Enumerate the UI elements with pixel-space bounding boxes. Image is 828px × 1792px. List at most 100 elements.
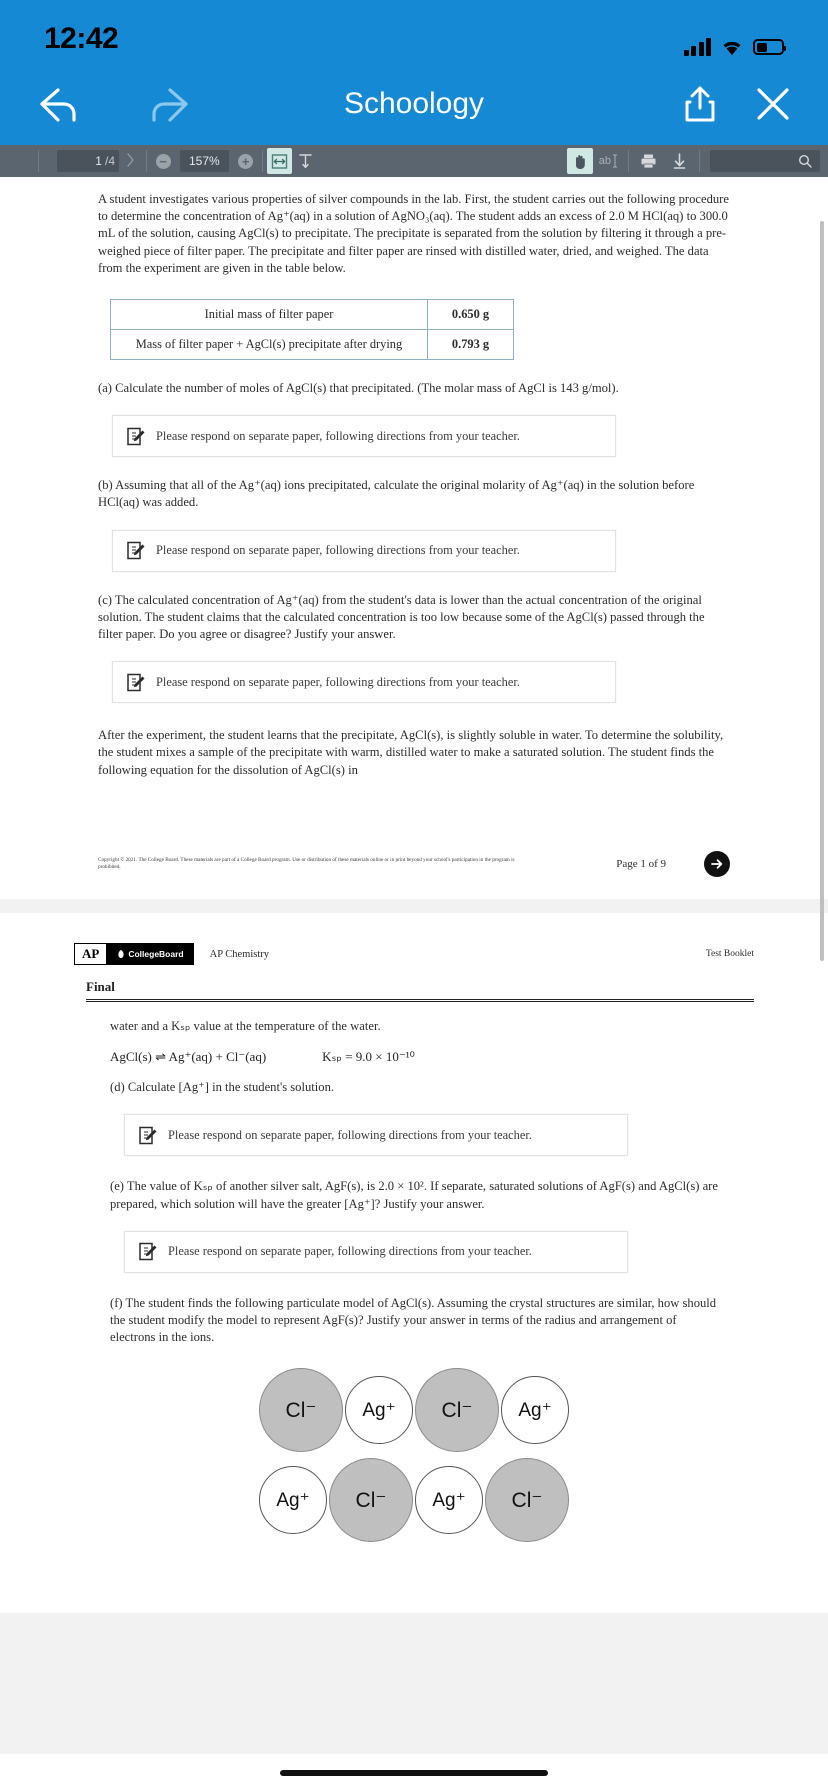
toolbar-divider	[38, 150, 39, 172]
ap-collegeboard-logo: AP CollegeBoard	[74, 943, 194, 965]
response-placeholder-text: Please respond on separate paper, follow…	[156, 674, 520, 689]
share-icon[interactable]	[680, 82, 720, 126]
response-box-c[interactable]: Please respond on separate paper, follow…	[112, 661, 616, 704]
experiment-data-table: Initial mass of filter paper 0.650 g Mas…	[110, 299, 514, 361]
next-page-button[interactable]	[119, 152, 142, 170]
closing-paragraph: After the experiment, the student learns…	[98, 728, 724, 777]
table-cell-value: 0.793 g	[427, 329, 514, 361]
particle-row-2: Ag⁺ Cl⁻ Ag⁺ Cl⁻	[259, 1458, 569, 1543]
header-rule	[86, 999, 754, 1002]
status-clock: 12:42	[44, 22, 119, 55]
hand-pan-icon[interactable]	[566, 148, 593, 174]
phone-screen: 12:42 Schoology 1 /4 − 157% + ab A stude…	[0, 0, 828, 1792]
particle-silver: Ag⁺	[501, 1376, 569, 1445]
fit-width-icon[interactable]	[266, 148, 292, 174]
page-number-input[interactable]: 1 /4	[57, 150, 119, 172]
toolbar-divider	[628, 150, 629, 172]
status-indicators	[683, 38, 786, 56]
pdf-page-1: A student investigates various propertie…	[0, 177, 828, 899]
toolbar-right-group: ab	[566, 148, 828, 174]
particle-silver: Ag⁺	[415, 1466, 483, 1535]
pdf-document-viewport[interactable]: A student investigates various propertie…	[0, 177, 828, 1792]
current-page-value: 1	[95, 154, 102, 168]
particle-chloride: Cl⁻	[259, 1368, 343, 1453]
search-input[interactable]	[710, 150, 820, 172]
schoology-app-header: Schoology	[0, 62, 828, 145]
copyright-text: Copyright © 2021. The College Board. The…	[98, 856, 515, 871]
dissolution-equation-row: AgCl(s) ⇌ Ag⁺(aq) + Cl⁻(aq) Kₛₚ = 9.0 × …	[110, 1049, 718, 1065]
pencil-note-icon	[127, 427, 145, 445]
zoom-level-display[interactable]: 157%	[180, 150, 229, 172]
response-box-d[interactable]: Please respond on separate paper, follow…	[124, 1114, 628, 1157]
pdf-page-2: AP CollegeBoard AP Chemistry Test Bookle…	[0, 913, 828, 1613]
page-total-label: /4	[104, 154, 115, 168]
table-cell-label: Initial mass of filter paper	[110, 299, 428, 331]
zoom-out-label: −	[155, 153, 171, 169]
chemical-equation: AgCl(s) ⇌ Ag⁺(aq) + Cl⁻(aq)	[110, 1049, 267, 1065]
lead-in-text: water and a Kₛₚ value at the temperature…	[110, 1019, 381, 1033]
cellular-signal-icon	[683, 38, 711, 56]
toolbar-divider	[699, 150, 700, 172]
part-d-prompt: (d) Calculate [Ag⁺] in the student's sol…	[110, 1080, 335, 1095]
vertical-scrollbar[interactable]	[820, 221, 824, 961]
particle-row-1: Cl⁻ Ag⁺ Cl⁻ Ag⁺	[259, 1368, 569, 1453]
collegeboard-wordmark: CollegeBoard	[128, 949, 184, 959]
pencil-note-icon	[139, 1243, 157, 1261]
home-indicator-bar	[0, 1754, 828, 1792]
particulate-model-diagram: Cl⁻ Ag⁺ Cl⁻ Ag⁺ Ag⁺ Cl⁻ Ag⁺ Cl⁻	[110, 1368, 718, 1543]
toolbar-divider	[146, 150, 147, 172]
part-e-prompt: (e) The value of Kₛₚ of another silver s…	[110, 1179, 718, 1211]
printer-icon[interactable]	[633, 148, 664, 174]
wifi-icon	[720, 38, 744, 56]
pencil-note-icon	[127, 673, 145, 691]
header-nav-group	[34, 82, 194, 126]
response-box-e[interactable]: Please respond on separate paper, follow…	[124, 1230, 628, 1273]
part-b-prompt: (b) Assuming that all of the Ag⁺(aq) ion…	[98, 478, 695, 510]
part-f-prompt: (f) The student finds the following part…	[110, 1295, 717, 1345]
part-c-prompt: (c) The calculated concentration of Ag⁺(…	[98, 592, 705, 642]
search-icon	[798, 154, 812, 168]
close-x-icon[interactable]	[752, 83, 794, 125]
course-label: AP Chemistry	[209, 948, 270, 960]
forward-arrow-icon[interactable]	[142, 82, 194, 126]
particle-silver: Ag⁺	[259, 1466, 327, 1535]
page2-body: water and a Kₛₚ value at the temperature…	[74, 1018, 754, 1543]
response-box-a[interactable]: Please respond on separate paper, follow…	[112, 415, 616, 458]
particle-chloride: Cl⁻	[329, 1458, 413, 1543]
battery-icon	[753, 39, 786, 55]
toolbar-divider	[261, 150, 263, 172]
ap-logo-text: AP	[74, 943, 108, 965]
table-cell-value: 0.650 g	[427, 299, 514, 331]
acorn-icon	[118, 950, 124, 958]
table-cell-label: Mass of filter paper + AgCl(s) precipita…	[110, 329, 428, 361]
pencil-note-icon	[139, 1126, 157, 1145]
question-part-b: (b) Assuming that all of the Ag⁺(aq) ion…	[98, 477, 730, 572]
thumbnail-grid-icon[interactable]	[10, 148, 34, 174]
zoom-out-button[interactable]: −	[151, 148, 175, 174]
response-box-b[interactable]: Please respond on separate paper, follow…	[112, 529, 616, 572]
page-footer: Copyright © 2021. The College Board. The…	[98, 851, 730, 877]
particle-silver: Ag⁺	[345, 1376, 413, 1445]
pencil-note-icon	[127, 541, 145, 560]
zoom-in-label: +	[238, 153, 254, 169]
download-icon[interactable]	[664, 148, 695, 174]
particle-chloride: Cl⁻	[415, 1368, 499, 1453]
response-placeholder-text: Please respond on separate paper, follow…	[156, 543, 520, 558]
ksp-value: Kₛₚ = 9.0 × 10⁻¹⁰	[322, 1049, 415, 1065]
text-select-glyph: ab	[598, 155, 611, 167]
response-placeholder-text: Please respond on separate paper, follow…	[156, 428, 520, 443]
response-placeholder-text: Please respond on separate paper, follow…	[168, 1127, 532, 1142]
part-a-prompt: (a) Calculate the number of moles of AgC…	[98, 381, 619, 396]
intro-paragraph: A student investigates various propertie…	[98, 192, 729, 275]
question-part-c: (c) The calculated concentration of Ag⁺(…	[98, 592, 730, 704]
table-row: Initial mass of filter paper 0.650 g	[110, 299, 514, 331]
header-action-group	[680, 82, 794, 126]
next-arrow-circle-icon[interactable]	[704, 851, 730, 877]
zoom-in-button[interactable]: +	[234, 148, 258, 174]
home-indicator[interactable]	[280, 1770, 548, 1776]
page-number-label: Page 1 of 9	[616, 858, 666, 870]
question-part-a: (a) Calculate the number of moles of AgC…	[98, 380, 730, 458]
text-select-icon[interactable]: ab	[593, 148, 624, 174]
back-arrow-icon[interactable]	[34, 82, 86, 126]
fit-page-icon[interactable]	[292, 148, 319, 174]
